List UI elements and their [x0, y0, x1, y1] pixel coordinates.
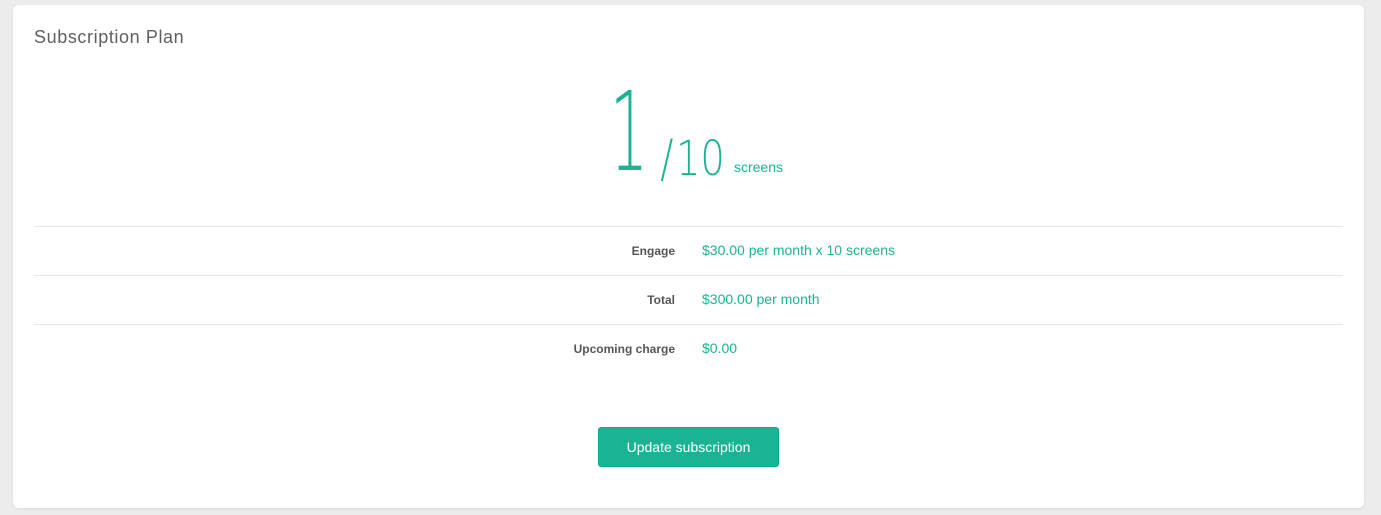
subscription-plan-card: Subscription Plan 1 / 10 screens Engage … — [13, 5, 1364, 508]
usage-separator: / — [660, 129, 674, 189]
screens-used-count: 1 — [609, 68, 649, 196]
screen-usage: 1 / 10 screens — [13, 77, 1364, 187]
plan-row-label: Engage — [631, 244, 675, 258]
screen-usage-display: 1 / 10 screens — [594, 77, 783, 187]
plan-row-value: $30.00 per month x 10 screens — [702, 242, 896, 258]
plan-row-label: Upcoming charge — [573, 342, 675, 356]
plan-row-value: $0.00 — [702, 340, 738, 356]
update-subscription-button[interactable]: Update subscription — [598, 427, 779, 467]
plan-row-value: $300.00 per month — [702, 291, 820, 307]
plan-row-engage: Engage $30.00 per month x 10 screens — [34, 226, 1343, 275]
plan-row-upcoming-charge: Upcoming charge $0.00 — [34, 324, 1343, 373]
screens-total-count: 10 — [676, 131, 726, 187]
plan-row-label: Total — [647, 293, 675, 307]
usage-unit-label: screens — [733, 159, 783, 175]
plan-row-total: Total $300.00 per month — [34, 275, 1343, 324]
plan-details: Engage $30.00 per month x 10 screens Tot… — [34, 226, 1343, 373]
card-title: Subscription Plan — [34, 27, 185, 47]
